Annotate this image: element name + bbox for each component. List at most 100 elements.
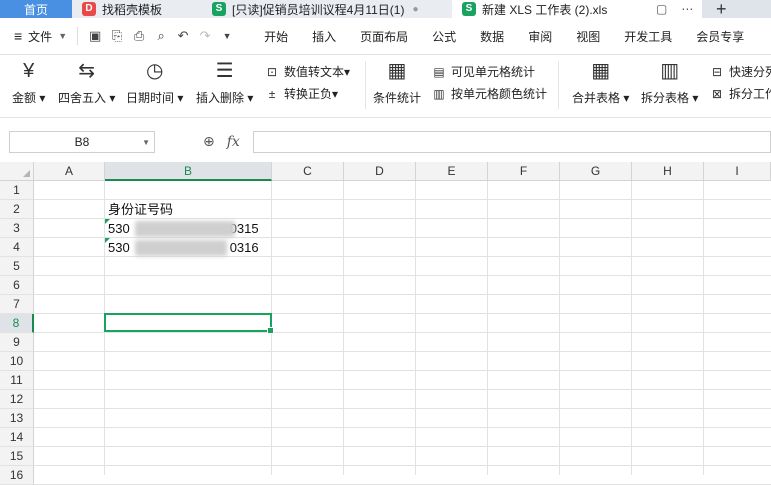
convert-sign-button[interactable]: ± 转换正负 ▾ — [264, 85, 338, 102]
row-header-14[interactable]: 14 — [0, 428, 34, 447]
row-header-2[interactable]: 2 — [0, 200, 34, 219]
formula-input[interactable] — [253, 131, 771, 153]
menu-tab-developer[interactable]: 开发工具 — [624, 28, 672, 45]
error-indicator-icon[interactable] — [105, 238, 110, 243]
redo-icon[interactable]: ↷ — [197, 28, 213, 44]
cell-b2-text: 身份证号码 — [108, 202, 174, 217]
plus-minus-icon: ± — [268, 86, 276, 101]
num-to-text-label: 数值转文本 — [284, 65, 345, 79]
tab-home[interactable]: 首页 — [0, 0, 72, 18]
row-gridline — [34, 427, 771, 428]
tab-close-icon[interactable]: ● — [412, 4, 418, 15]
undo-icon[interactable]: ↶ — [175, 28, 191, 44]
row-header-9[interactable]: 9 — [0, 333, 34, 352]
menu-tab-formula[interactable]: 公式 — [432, 28, 456, 45]
docer-icon: D — [82, 2, 96, 16]
visible-stats-button[interactable]: ▤ 可见单元格统计 — [431, 63, 535, 80]
column-header-h[interactable]: H — [632, 162, 704, 181]
convert-sign-label: 转换正负 — [284, 87, 333, 101]
merge-table-button[interactable]: ▦ 合并表格 ▾ — [572, 59, 629, 106]
row-header-4[interactable]: 4 — [0, 238, 34, 257]
row-header-11[interactable]: 11 — [0, 371, 34, 390]
row-header-10[interactable]: 10 — [0, 352, 34, 371]
column-header-b[interactable]: B — [105, 162, 272, 181]
tab-readonly-doc[interactable]: S [只读]促销员培训议程4月11日(1) ● — [202, 0, 453, 18]
round-button[interactable]: ⇆ 四舍五入 ▾ — [58, 59, 115, 106]
menu-tab-member[interactable]: 会员专享 — [696, 28, 744, 45]
chevron-down-icon[interactable]: ▼ — [142, 138, 150, 147]
error-indicator-icon[interactable] — [105, 219, 110, 224]
customize-icon[interactable]: ▼ — [219, 28, 235, 44]
row-gridline — [34, 465, 771, 466]
column-header-g[interactable]: G — [560, 162, 632, 181]
window-icon[interactable]: ▢ — [656, 2, 667, 16]
more-icon[interactable]: ⋯ — [681, 2, 693, 16]
row-header-1[interactable]: 1 — [0, 181, 34, 200]
ribbon: ¥ 金额 ▾ ⇆ 四舍五入 ▾ ◷ 日期时间 ▾ ☰ 插入删除 ▾ ⊡ 数值转文本… — [0, 55, 771, 118]
cond-stats-button[interactable]: ▦ 条件统计 — [373, 59, 421, 106]
merge-table-label: 合并表格 — [572, 91, 621, 105]
tab-active-workbook-label: 新建 XLS 工作表 (2).xls — [482, 2, 608, 17]
row-header-8[interactable]: 8 — [0, 314, 34, 333]
row-header-16[interactable]: 16 — [0, 466, 34, 485]
menu-tabs: 开始 插入 页面布局 公式 数据 审阅 视图 开发工具 会员专享 — [252, 28, 756, 45]
menu-tab-start[interactable]: 开始 — [264, 28, 288, 45]
menu-tab-review[interactable]: 审阅 — [528, 28, 552, 45]
spreadsheet-grid[interactable]: A B C D E F G H I 1 2 3 4 5 6 7 8 9 10 11 12 13 14 15 16 身份证号码 530… — [0, 162, 771, 485]
new-tab-button[interactable]: + — [706, 0, 771, 19]
tab-bar: 首页 D 找稻壳模板 S [只读]促销员培训议程4月11日(1) ● S 新建 XLS … — [0, 0, 771, 19]
cell-b4-suffix: 0316 — [229, 240, 259, 255]
row-header-3[interactable]: 3 — [0, 219, 34, 238]
row-header-5[interactable]: 5 — [0, 257, 34, 276]
select-all-corner[interactable] — [0, 162, 34, 181]
name-box[interactable]: B8 ▼ — [9, 131, 155, 153]
column-header-f[interactable]: F — [488, 162, 560, 181]
print-preview-icon[interactable]: ⌕ — [153, 28, 169, 44]
cell-b2[interactable]: 身份证号码 — [105, 200, 173, 219]
split-worksheet-button[interactable]: ⊠ 拆分工作 — [709, 85, 771, 102]
insert-delete-button[interactable]: ☰ 插入删除 ▾ — [196, 59, 253, 106]
num-to-text-button[interactable]: ⊡ 数值转文本 ▾ — [264, 63, 350, 80]
menu-tab-view[interactable]: 视图 — [576, 28, 600, 45]
amount-button[interactable]: ¥ 金额 ▾ — [12, 59, 45, 106]
row-gridline — [34, 275, 771, 276]
column-header-a[interactable]: A — [34, 162, 105, 181]
split-table-button[interactable]: ▥ 拆分表格 ▾ — [641, 59, 698, 106]
column-gridline — [415, 181, 416, 475]
menu-tab-data[interactable]: 数据 — [480, 28, 504, 45]
row-gridline — [34, 408, 771, 409]
row-header-13[interactable]: 13 — [0, 409, 34, 428]
export-pdf-icon[interactable]: ⎘ — [109, 28, 125, 44]
zoom-icon[interactable]: ⊕ — [203, 133, 215, 150]
column-header-i[interactable]: I — [704, 162, 771, 181]
file-menu[interactable]: ≡ 文件 ▼ — [14, 28, 67, 45]
save-icon[interactable]: ▣ — [87, 28, 103, 44]
print-icon[interactable]: ⎙ — [131, 28, 147, 44]
row-header-15[interactable]: 15 — [0, 447, 34, 466]
fill-handle[interactable] — [267, 327, 274, 334]
column-header-c[interactable]: C — [272, 162, 344, 181]
datetime-button[interactable]: ◷ 日期时间 ▾ — [126, 59, 183, 106]
clock-icon: ◷ — [145, 60, 164, 82]
menu-tab-insert[interactable]: 插入 — [312, 28, 336, 45]
column-header-e[interactable]: E — [416, 162, 488, 181]
fast-split-button[interactable]: ⊟ 快速分列 — [709, 63, 771, 80]
insert-rows-icon: ☰ — [215, 60, 234, 82]
split-table-icon: ▥ — [660, 60, 680, 82]
spreadsheet-icon: S — [462, 2, 476, 16]
file-menu-label: 文件 — [28, 29, 53, 44]
color-stats-button[interactable]: ▥ 按单元格颜色统计 — [431, 85, 547, 102]
active-cell-b8[interactable] — [104, 313, 274, 334]
color-stats-label: 按单元格颜色统计 — [451, 87, 548, 101]
row-header-6[interactable]: 6 — [0, 276, 34, 295]
column-header-d[interactable]: D — [344, 162, 416, 181]
yen-icon: ¥ — [23, 60, 35, 82]
menu-tab-page-layout[interactable]: 页面布局 — [360, 28, 408, 45]
round-label: 四舍五入 — [58, 91, 107, 105]
split-worksheet-label: 拆分工作 — [729, 87, 771, 101]
row-header-7[interactable]: 7 — [0, 295, 34, 314]
tab-template[interactable]: D 找稻壳模板 — [72, 0, 203, 18]
row-header-12[interactable]: 12 — [0, 390, 34, 409]
number-text-icon: ⊡ — [266, 64, 278, 79]
fx-icon[interactable]: fx — [227, 134, 240, 150]
